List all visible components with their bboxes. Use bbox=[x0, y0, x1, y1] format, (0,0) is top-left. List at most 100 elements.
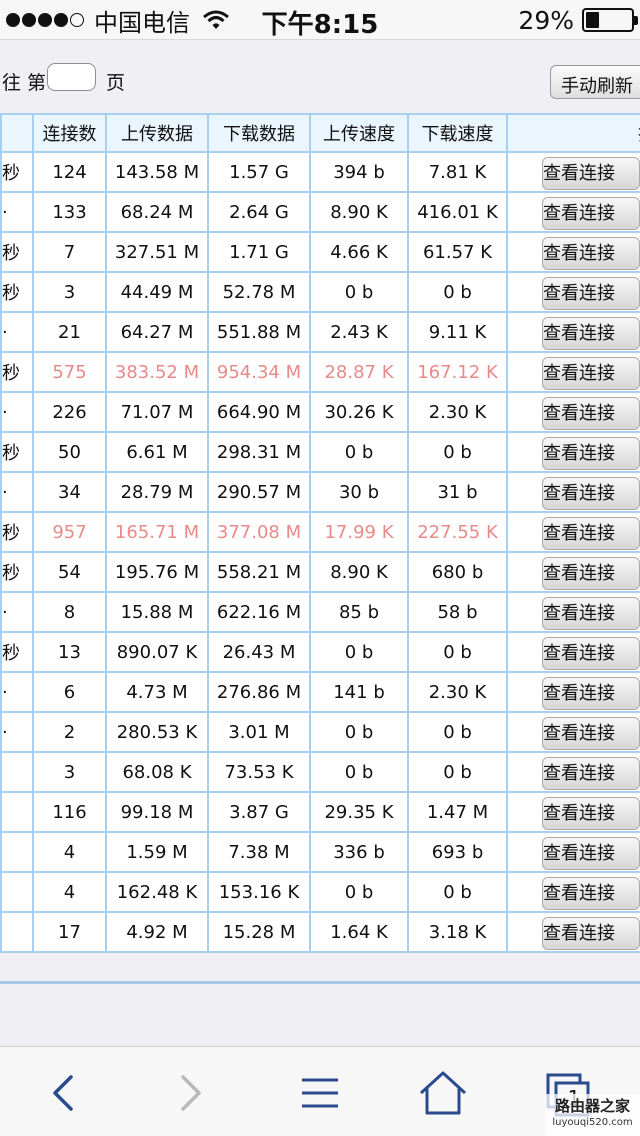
cell-download-speed: 680 b bbox=[407, 551, 508, 593]
cell-download-speed: 1.47 M bbox=[407, 791, 508, 833]
manual-refresh-button[interactable]: 手动刷新 bbox=[550, 65, 640, 99]
view-connections-button[interactable]: 查看连接 bbox=[542, 597, 640, 630]
view-connections-button[interactable]: 查看连接 bbox=[542, 837, 640, 870]
cell-connections: 50 bbox=[32, 431, 107, 473]
cell-download-data: 52.78 M bbox=[207, 271, 311, 313]
cell-download-data: 551.88 M bbox=[207, 311, 311, 353]
cell-duration-fragment: · bbox=[0, 711, 34, 753]
cell-connections: 6 bbox=[32, 671, 107, 713]
cell-download-data: 2.64 G bbox=[207, 191, 311, 233]
column-header bbox=[0, 113, 34, 153]
column-header-connections: 连接数 bbox=[32, 113, 107, 153]
table-row: 秒 3 44.49 M 52.78 M0 b0 b 查看连接 bbox=[0, 271, 640, 313]
menu-button[interactable] bbox=[292, 1065, 348, 1121]
cell-upload-data: 99.18 M bbox=[105, 791, 209, 833]
view-connections-button[interactable]: 查看连接 bbox=[542, 397, 640, 430]
cell-duration-fragment: 秒 bbox=[0, 631, 34, 673]
cell-upload-data: 6.61 M bbox=[105, 431, 209, 473]
cell-upload-data: 162.48 K bbox=[105, 871, 209, 913]
cell-download-speed: 0 b bbox=[407, 631, 508, 673]
cell-upload-data: 4.73 M bbox=[105, 671, 209, 713]
cell-duration-fragment bbox=[0, 751, 34, 793]
cell-action: 查看连接 bbox=[506, 351, 640, 393]
table-row: · 34 28.79 M 290.57 M 30 b 31 b 查看连接 bbox=[0, 471, 640, 513]
cell-download-data: 622.16 M bbox=[207, 591, 311, 633]
cell-upload-speed: 1.64 K bbox=[309, 911, 409, 953]
cell-action: 查看连接 bbox=[506, 271, 640, 313]
horizontal-divider bbox=[0, 981, 640, 984]
cell-upload-speed: 2.43 K bbox=[309, 311, 409, 353]
browser-toolbar: 1 bbox=[0, 1046, 640, 1136]
cell-duration-fragment: · bbox=[0, 391, 34, 433]
battery-level bbox=[586, 12, 599, 28]
view-connections-button[interactable]: 查看连接 bbox=[542, 877, 640, 910]
view-connections-button[interactable]: 查看连接 bbox=[542, 557, 640, 590]
view-connections-button[interactable]: 查看连接 bbox=[542, 477, 640, 510]
cell-action: 查看连接 bbox=[506, 791, 640, 833]
cell-upload-data: 28.79 M bbox=[105, 471, 209, 513]
cell-download-speed: 0 b bbox=[407, 871, 508, 913]
cell-duration-fragment: 秒 bbox=[0, 351, 34, 393]
back-button[interactable] bbox=[35, 1065, 91, 1121]
cell-upload-data: 71.07 M bbox=[105, 391, 209, 433]
battery-percent: 29% bbox=[518, 5, 574, 35]
table-header-row: 连接数 上传数据 下载数据 上传速度 下载速度 操 bbox=[0, 113, 640, 153]
cell-connections: 124 bbox=[32, 151, 107, 193]
cell-download-data: 15.28 M bbox=[207, 911, 311, 953]
cell-duration-fragment bbox=[0, 911, 34, 953]
cell-upload-data: 68.08 K bbox=[105, 751, 209, 793]
cell-upload-data: 165.71 M bbox=[105, 511, 209, 553]
cell-duration-fragment: 秒 bbox=[0, 511, 34, 553]
pager-row: 往 第 页 手动刷新 bbox=[0, 41, 640, 113]
view-connections-button[interactable]: 查看连接 bbox=[542, 637, 640, 670]
view-connections-button[interactable]: 查看连接 bbox=[542, 197, 640, 230]
cell-connections: 133 bbox=[32, 191, 107, 233]
view-connections-button[interactable]: 查看连接 bbox=[542, 437, 640, 470]
forward-button[interactable] bbox=[163, 1065, 219, 1121]
status-right: 29% bbox=[518, 5, 638, 35]
cell-download-data: 3.87 G bbox=[207, 791, 311, 833]
cell-connections: 4 bbox=[32, 831, 107, 873]
view-connections-button[interactable]: 查看连接 bbox=[542, 757, 640, 790]
cell-connections: 7 bbox=[32, 231, 107, 273]
pager-unit-label: 页 bbox=[106, 72, 126, 94]
table-row: 秒 54 195.76 M 558.21 M 8.90 K 680 b 查看连接 bbox=[0, 551, 640, 593]
cell-duration-fragment: · bbox=[0, 191, 34, 233]
view-connections-button[interactable]: 查看连接 bbox=[542, 717, 640, 750]
view-connections-button[interactable]: 查看连接 bbox=[542, 797, 640, 830]
cell-download-speed: 416.01 K bbox=[407, 191, 508, 233]
column-header-upload-data: 上传数据 bbox=[105, 113, 209, 153]
column-header-action: 操 bbox=[506, 113, 640, 153]
view-connections-button[interactable]: 查看连接 bbox=[542, 157, 640, 190]
cell-connections: 13 bbox=[32, 631, 107, 673]
table-row: 3 68.08 K 73.53 K0 b0 b 查看连接 bbox=[0, 751, 640, 793]
view-connections-button[interactable]: 查看连接 bbox=[542, 917, 640, 950]
chevron-left-icon bbox=[53, 1075, 73, 1111]
view-connections-button[interactable]: 查看连接 bbox=[542, 277, 640, 310]
table-row: 17 4.92 M 15.28 M 1.64 K 3.18 K 查看连接 bbox=[0, 911, 640, 953]
view-connections-button[interactable]: 查看连接 bbox=[542, 517, 640, 550]
view-connections-button[interactable]: 查看连接 bbox=[542, 677, 640, 710]
cell-upload-speed: 0 b bbox=[309, 871, 409, 913]
cell-upload-speed: 394 b bbox=[309, 151, 409, 193]
cell-download-speed: 58 b bbox=[407, 591, 508, 633]
cell-duration-fragment: · bbox=[0, 311, 34, 353]
cell-upload-speed: 0 b bbox=[309, 431, 409, 473]
view-connections-button[interactable]: 查看连接 bbox=[542, 357, 640, 390]
cell-upload-data: 890.07 K bbox=[105, 631, 209, 673]
cell-duration-fragment: · bbox=[0, 671, 34, 713]
view-connections-button[interactable]: 查看连接 bbox=[542, 317, 640, 350]
cell-upload-data: 44.49 M bbox=[105, 271, 209, 313]
cell-action: 查看连接 bbox=[506, 431, 640, 473]
cell-upload-data: 64.27 M bbox=[105, 311, 209, 353]
view-connections-button[interactable]: 查看连接 bbox=[542, 237, 640, 270]
watermark-main: 路由器之家 bbox=[554, 1097, 630, 1115]
cell-upload-speed: 0 b bbox=[309, 271, 409, 313]
table-row: · 8 15.88 M 622.16 M 85 b 58 b 查看连接 bbox=[0, 591, 640, 633]
home-button[interactable] bbox=[415, 1065, 471, 1121]
cell-upload-data: 383.52 M bbox=[105, 351, 209, 393]
cell-action: 查看连接 bbox=[506, 751, 640, 793]
page-number-input[interactable] bbox=[47, 63, 96, 91]
cell-download-speed: 7.81 K bbox=[407, 151, 508, 193]
cell-download-speed: 0 b bbox=[407, 711, 508, 753]
